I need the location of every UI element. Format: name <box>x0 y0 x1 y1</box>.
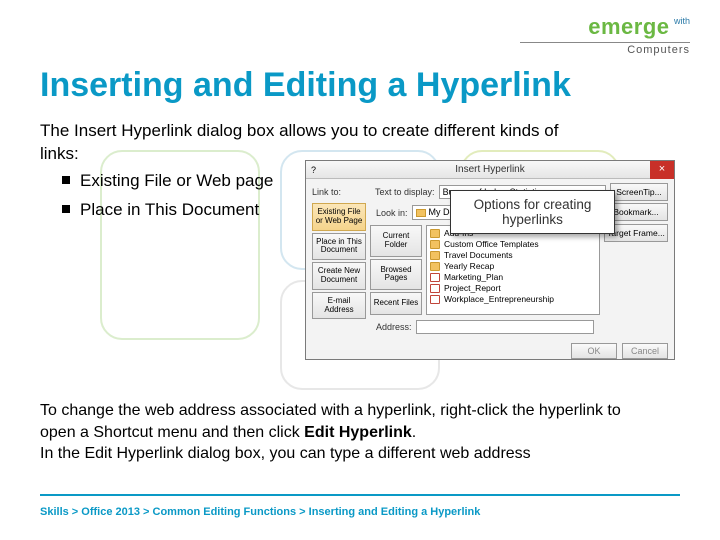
address-input[interactable] <box>416 320 594 334</box>
link-to-tabs: Existing File or Web Page Place in This … <box>312 203 366 336</box>
folder-icon <box>430 251 440 260</box>
list-item: Marketing_Plan <box>430 272 596 282</box>
screentip-button[interactable]: ScreenTip... <box>610 183 668 201</box>
tab-current-folder[interactable]: Current Folder <box>370 225 422 257</box>
folder-icon <box>430 262 440 271</box>
logo-sub: Computers <box>520 44 690 56</box>
dialog-titlebar: ? Insert Hyperlink × <box>306 161 674 179</box>
doc-icon <box>430 284 440 293</box>
list-item: Project_Report <box>430 283 596 293</box>
list-item: Custom Office Templates <box>430 239 596 249</box>
tab-recent-files[interactable]: Recent Files <box>370 292 422 315</box>
list-item: Yearly Recap <box>430 261 596 271</box>
bullet-icon <box>62 205 70 213</box>
link-to-label: Link to: <box>312 187 341 197</box>
cancel-button[interactable]: Cancel <box>622 343 668 359</box>
folder-icon <box>416 209 426 217</box>
bullet-item: Existing File or Web page <box>40 170 300 193</box>
folder-icon <box>430 229 440 238</box>
list-item: Workplace_Entrepreneurship <box>430 294 596 304</box>
file-list[interactable]: Add-Ins Custom Office Templates Travel D… <box>426 225 600 315</box>
body-paragraph: To change the web address associated wit… <box>40 400 660 465</box>
bullet-text: Existing File or Web page <box>80 170 273 193</box>
doc-icon <box>430 295 440 304</box>
tab-existing-file[interactable]: Existing File or Web Page <box>312 203 366 231</box>
bullet-text: Place in This Document <box>80 199 259 222</box>
bullet-list: Existing File or Web page Place in This … <box>40 170 300 228</box>
doc-icon <box>430 273 440 282</box>
tab-browsed-pages[interactable]: Browsed Pages <box>370 259 422 291</box>
folder-icon <box>430 240 440 249</box>
brand-logo: emerge with Computers <box>520 14 690 56</box>
bullet-icon <box>62 176 70 184</box>
tab-email[interactable]: E-mail Address <box>312 292 366 320</box>
look-in-label: Look in: <box>376 208 408 218</box>
page-title: Inserting and Editing a Hyperlink <box>40 66 571 105</box>
divider <box>40 494 680 496</box>
browse-tabs: Current Folder Browsed Pages Recent File… <box>370 225 422 315</box>
help-icon[interactable]: ? <box>311 165 316 175</box>
callout-box: Options for creating hyperlinks <box>450 190 615 234</box>
dialog-title: Insert Hyperlink <box>455 164 524 175</box>
breadcrumb: Skills > Office 2013 > Common Editing Fu… <box>40 506 480 518</box>
logo-with: with <box>674 16 690 26</box>
close-button[interactable]: × <box>650 161 674 179</box>
bullet-item: Place in This Document <box>40 199 300 222</box>
text-display-label: Text to display: <box>375 187 435 197</box>
tab-place-in-doc[interactable]: Place in This Document <box>312 233 366 261</box>
logo-text: emerge <box>588 14 669 40</box>
address-label: Address: <box>376 322 412 332</box>
list-item: Travel Documents <box>430 250 596 260</box>
intro-text: The Insert Hyperlink dialog box allows y… <box>40 120 600 166</box>
tab-create-new[interactable]: Create New Document <box>312 262 366 290</box>
ok-button[interactable]: OK <box>571 343 617 359</box>
